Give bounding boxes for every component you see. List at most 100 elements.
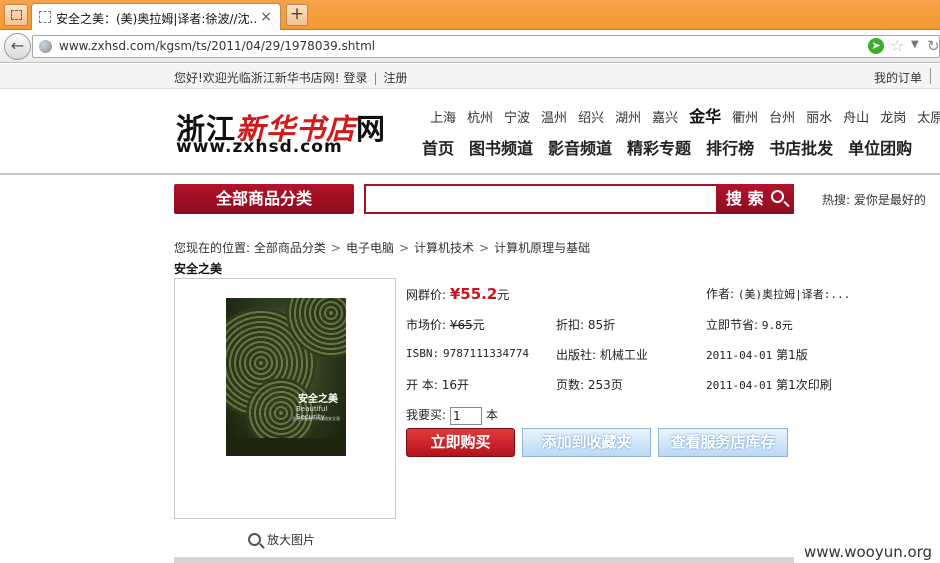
nav-link[interactable]: 单位团购 xyxy=(848,139,912,158)
net-price-row: 网群价: ¥55.2元 xyxy=(406,285,509,303)
author-value[interactable]: (美)奥拉姆|译者:... xyxy=(738,288,850,301)
search-input[interactable] xyxy=(364,184,716,214)
nav-link[interactable]: 精彩专题 xyxy=(627,139,691,158)
hot-search: 热搜: 爱你是最好的 xyxy=(822,191,926,208)
edition-row: 2011-04-01 第1版 xyxy=(706,346,808,363)
city-link[interactable]: 嘉兴 xyxy=(652,111,678,126)
scrollbar[interactable] xyxy=(174,557,794,563)
quantity-label: 我要买: xyxy=(406,408,447,422)
breadcrumb-link[interactable]: 计算机原理与基础 xyxy=(494,241,590,255)
nav-link[interactable]: 排行榜 xyxy=(706,139,754,158)
isbn-row: ISBN: 9787111334774 xyxy=(406,346,529,360)
logo-url: www.zxhsd.com xyxy=(176,137,343,157)
net-price-value: ¥55.2 xyxy=(449,285,498,303)
new-tab-button[interactable]: + xyxy=(286,4,308,26)
city-link[interactable]: 温州 xyxy=(541,111,567,126)
greeting-text: 您好!欢迎光临浙江新华书店网! xyxy=(174,71,340,85)
refresh-icon[interactable]: ↻ xyxy=(927,37,940,55)
hot-search-label: 热搜: xyxy=(822,193,851,207)
breadcrumb-separator: > xyxy=(479,241,490,255)
author-label: 作者: xyxy=(706,287,735,301)
format-row: 开 本: 16开 xyxy=(406,376,469,393)
publisher-value[interactable]: 机械工业 xyxy=(600,348,648,362)
register-link[interactable]: 注册 xyxy=(384,71,408,85)
address-bar[interactable]: www.zxhsd.com/kgsm/ts/2011/04/29/1978039… xyxy=(32,35,940,58)
breadcrumb-link[interactable]: 电子电脑 xyxy=(346,241,394,255)
city-link[interactable]: 宁波 xyxy=(504,111,530,126)
quantity-input[interactable]: 1 xyxy=(450,406,483,425)
city-link[interactable]: 金华 xyxy=(689,107,721,126)
print-date: 2011-04-01 xyxy=(706,379,773,392)
header-divider xyxy=(0,173,940,175)
nav-link[interactable]: 影音频道 xyxy=(548,139,612,158)
buy-now-button[interactable]: 立即购买 xyxy=(406,428,515,457)
quantity-unit: 本 xyxy=(486,408,499,422)
city-link[interactable]: 绍兴 xyxy=(578,111,604,126)
discount-row: 折扣: 85折 xyxy=(556,316,615,333)
city-link[interactable]: 太原 xyxy=(917,111,940,126)
discount-label: 折扣: xyxy=(556,318,585,332)
search-button-label: 搜 索 xyxy=(726,189,764,208)
quantity-row: 我要买: 1 本 xyxy=(406,406,498,425)
isbn-value: 9787111334774 xyxy=(442,347,530,360)
login-link[interactable]: 登录 xyxy=(343,71,367,85)
divider: | xyxy=(373,71,378,85)
nav-link[interactable]: 书店批发 xyxy=(769,139,833,158)
print-value: 第1次印刷 xyxy=(776,378,832,392)
edition-value: 第1版 xyxy=(776,348,808,362)
edition-date: 2011-04-01 xyxy=(706,349,773,362)
zoom-icon xyxy=(248,533,261,546)
city-links: 上海杭州宁波温州绍兴湖州嘉兴金华衢州台州丽水舟山龙岗太原泉州 xyxy=(430,103,940,127)
pages-row: 页数: 253页 xyxy=(556,376,623,393)
go-arrow-icon[interactable]: ➤ xyxy=(868,38,884,54)
city-link[interactable]: 舟山 xyxy=(843,111,869,126)
breadcrumb-prefix: 您现在的位置: xyxy=(174,241,251,255)
cover-tagline: 业界领袖眼中的网络安全观 xyxy=(292,416,340,421)
breadcrumb-link[interactable]: 计算机技术 xyxy=(414,241,474,255)
product-title: 安全之美 xyxy=(174,262,223,276)
nav-link[interactable]: 图书频道 xyxy=(469,139,533,158)
publisher-label: 出版社: xyxy=(556,348,597,362)
browser-navbar: ← www.zxhsd.com/kgsm/ts/2011/04/29/19780… xyxy=(0,30,940,63)
check-stock-button[interactable]: 查看服务店库存 xyxy=(658,428,788,457)
close-tab-icon[interactable]: × xyxy=(260,9,272,25)
hot-search-term[interactable]: 爱你是最好的 xyxy=(854,193,926,207)
watermark: www.wooyun.org xyxy=(804,543,933,561)
my-orders-link[interactable]: 我的订单 xyxy=(874,69,922,86)
tab-list-icon[interactable] xyxy=(4,4,28,26)
breadcrumb-separator: > xyxy=(330,241,341,255)
add-to-favorites-button[interactable]: 添加到收藏夹 xyxy=(522,428,651,457)
back-arrow-icon[interactable]: ← xyxy=(4,33,31,60)
globe-icon xyxy=(39,40,52,53)
site-topbar: 您好!欢迎光临浙江新华书店网! 登录 | 注册 我的订单 xyxy=(0,64,940,89)
breadcrumb-link[interactable]: 全部商品分类 xyxy=(254,241,326,255)
savings-value: 9.8元 xyxy=(761,319,793,332)
discount-value: 85折 xyxy=(587,318,616,332)
city-link[interactable]: 丽水 xyxy=(806,111,832,126)
nav-link[interactable]: 首页 xyxy=(422,139,454,158)
city-link[interactable]: 上海 xyxy=(430,111,456,126)
logo-suffix: 网 xyxy=(356,112,387,146)
format-label: 开 本: xyxy=(406,378,438,392)
city-link[interactable]: 湖州 xyxy=(615,111,641,126)
city-link[interactable]: 龙岗 xyxy=(880,111,906,126)
net-price-label: 网群价: xyxy=(406,288,447,302)
book-cover-image[interactable]: 安全之美 Beautiful Security 业界领袖眼中的网络安全观 xyxy=(226,298,346,456)
city-link[interactable]: 衢州 xyxy=(732,111,758,126)
zoom-image-link[interactable]: 放大图片 xyxy=(248,531,315,548)
city-link[interactable]: 台州 xyxy=(769,111,795,126)
savings-label: 立即节省: xyxy=(706,318,759,332)
search-button[interactable]: 搜 索 xyxy=(716,184,794,214)
city-link[interactable]: 杭州 xyxy=(467,111,493,126)
dropdown-arrow-icon[interactable]: ▼ xyxy=(911,39,919,50)
all-categories-button[interactable]: 全部商品分类 xyxy=(174,184,354,214)
browser-tab[interactable]: 安全之美：(美)奥拉姆|译者:徐波//沈... × xyxy=(31,3,281,30)
market-price-row: 市场价: ¥65元 xyxy=(406,316,485,333)
url-text[interactable]: www.zxhsd.com/kgsm/ts/2011/04/29/1978039… xyxy=(59,39,375,53)
favicon-icon xyxy=(39,11,51,23)
bookmark-star-icon[interactable]: ☆ xyxy=(890,36,904,55)
main-nav: 首页 图书频道 影音频道 精彩专题 排行榜 书店批发 单位团购 xyxy=(422,135,927,159)
format-value: 16开 xyxy=(441,378,469,392)
author-row: 作者: (美)奥拉姆|译者:... xyxy=(706,285,850,302)
market-price-unit: 元 xyxy=(472,318,485,332)
